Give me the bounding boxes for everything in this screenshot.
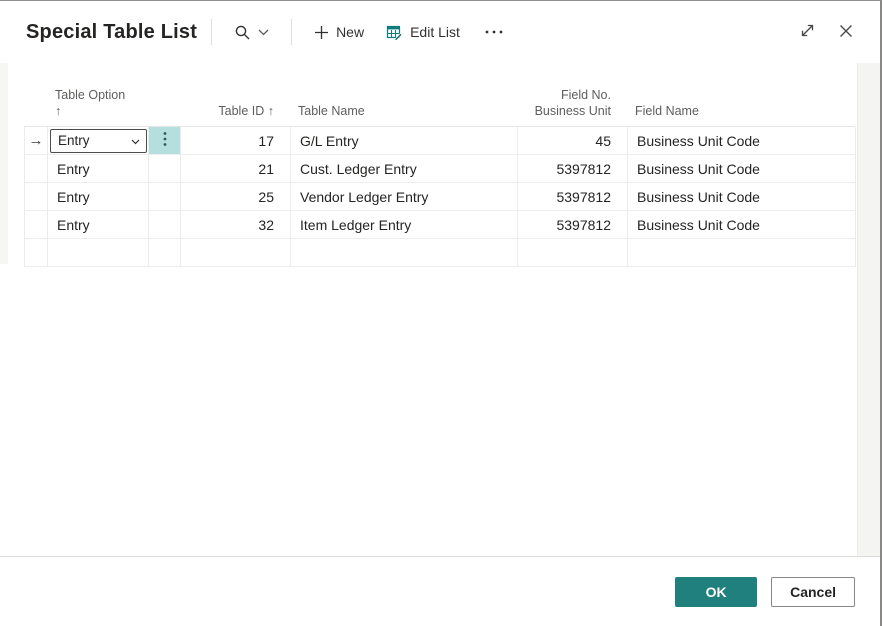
toolbar-separator <box>291 19 292 45</box>
cell-assist-edit-button[interactable] <box>149 127 181 155</box>
edit-list-icon <box>386 24 403 41</box>
close-dialog-button[interactable] <box>830 15 862 50</box>
new-button[interactable]: New <box>306 18 372 46</box>
table-id-cell[interactable]: 25 <box>181 183 291 211</box>
dialog-header: Special Table List New <box>0 1 880 63</box>
sort-ascending-icon: ↑ <box>268 104 274 118</box>
field-no-cell[interactable]: 5397812 <box>518 183 628 211</box>
chevron-down-icon <box>131 133 140 148</box>
table-name-cell[interactable]: Vendor Ledger Entry <box>291 183 518 211</box>
cancel-button[interactable]: Cancel <box>771 577 855 607</box>
toolbar-separator <box>211 19 212 45</box>
table-option-cell[interactable]: Entry <box>48 155 149 183</box>
column-header-table-option[interactable]: Table Option ↑ <box>47 87 148 127</box>
close-icon <box>838 23 854 42</box>
plus-icon <box>314 25 329 40</box>
column-header-table-id[interactable]: Table ID ↑ <box>180 103 290 126</box>
row-indicator-cell <box>25 211 48 239</box>
expand-icon <box>799 22 816 42</box>
table-row: Entry 25 Vendor Ledger Entry 5397812 Bus… <box>25 183 855 211</box>
right-arrow-icon: → <box>29 132 44 149</box>
field-name-cell[interactable]: Business Unit Code <box>628 211 856 239</box>
sort-ascending-icon: ↑ <box>55 104 61 118</box>
table-row: Entry 32 Item Ledger Entry 5397812 Busin… <box>25 211 855 239</box>
column-header-ellipsis <box>148 119 180 126</box>
search-icon <box>234 24 251 41</box>
table-option-cell[interactable]: Entry <box>48 211 149 239</box>
column-header-field-no[interactable]: Field No. Business Unit <box>517 87 627 127</box>
cell-assist-spacer <box>149 239 181 267</box>
ok-button[interactable]: OK <box>675 577 757 607</box>
edit-list-button[interactable]: Edit List <box>378 18 468 47</box>
field-no-cell <box>518 239 628 267</box>
table-name-cell[interactable]: Cust. Ledger Entry <box>291 155 518 183</box>
table-name-cell <box>291 239 518 267</box>
chevron-down-icon <box>258 29 269 36</box>
table-name-cell[interactable]: G/L Entry <box>291 127 518 155</box>
table-id-cell[interactable]: 21 <box>181 155 291 183</box>
column-header-table-name[interactable]: Table Name <box>290 103 517 126</box>
field-no-cell[interactable]: 5397812 <box>518 155 628 183</box>
special-table-grid: Table Option ↑ Table ID ↑ Table Name Fie… <box>24 71 855 267</box>
table-option-cell <box>48 239 149 267</box>
table-option-select[interactable]: Entry <box>50 129 147 153</box>
expand-dialog-button[interactable] <box>791 14 824 50</box>
table-id-cell[interactable]: 32 <box>181 211 291 239</box>
row-indicator-cell <box>25 183 48 211</box>
field-no-cell[interactable]: 5397812 <box>518 211 628 239</box>
table-row: → Entry 1 <box>25 127 855 155</box>
new-button-label: New <box>336 24 364 40</box>
grid-body: → Entry 1 <box>24 126 855 267</box>
content-left-gutter <box>0 63 8 264</box>
column-header-field-name[interactable]: Field Name <box>627 103 855 126</box>
page-title: Special Table List <box>26 21 197 44</box>
more-options-button[interactable] <box>476 23 512 41</box>
vertical-ellipsis-icon <box>163 131 167 150</box>
cell-assist-spacer <box>149 183 181 211</box>
field-name-cell[interactable]: Business Unit Code <box>628 183 856 211</box>
active-row-indicator-cell: → <box>25 127 48 155</box>
table-id-cell[interactable]: 17 <box>181 127 291 155</box>
special-table-list-dialog: Special Table List New <box>0 0 882 626</box>
table-id-cell <box>181 239 291 267</box>
table-option-cell: Entry <box>48 127 149 155</box>
field-name-cell <box>628 239 856 267</box>
table-name-cell[interactable]: Item Ledger Entry <box>291 211 518 239</box>
table-row: Entry 21 Cust. Ledger Entry 5397812 Busi… <box>25 155 855 183</box>
row-indicator-cell <box>25 155 48 183</box>
cell-assist-spacer <box>149 211 181 239</box>
field-name-cell[interactable]: Business Unit Code <box>628 127 856 155</box>
search-button[interactable] <box>226 18 277 47</box>
row-indicator-cell <box>25 239 48 267</box>
cell-assist-spacer <box>149 155 181 183</box>
edit-list-button-label: Edit List <box>410 24 460 40</box>
table-option-cell[interactable]: Entry <box>48 183 149 211</box>
field-no-cell[interactable]: 45 <box>518 127 628 155</box>
grid-column-headers: Table Option ↑ Table ID ↑ Table Name Fie… <box>24 71 855 126</box>
table-row-empty <box>25 239 855 267</box>
ellipsis-icon <box>484 29 504 35</box>
column-header-rowmark <box>24 119 47 126</box>
field-name-cell[interactable]: Business Unit Code <box>628 155 856 183</box>
scrollbar-track[interactable] <box>857 63 880 557</box>
dialog-footer: OK Cancel <box>0 556 880 626</box>
